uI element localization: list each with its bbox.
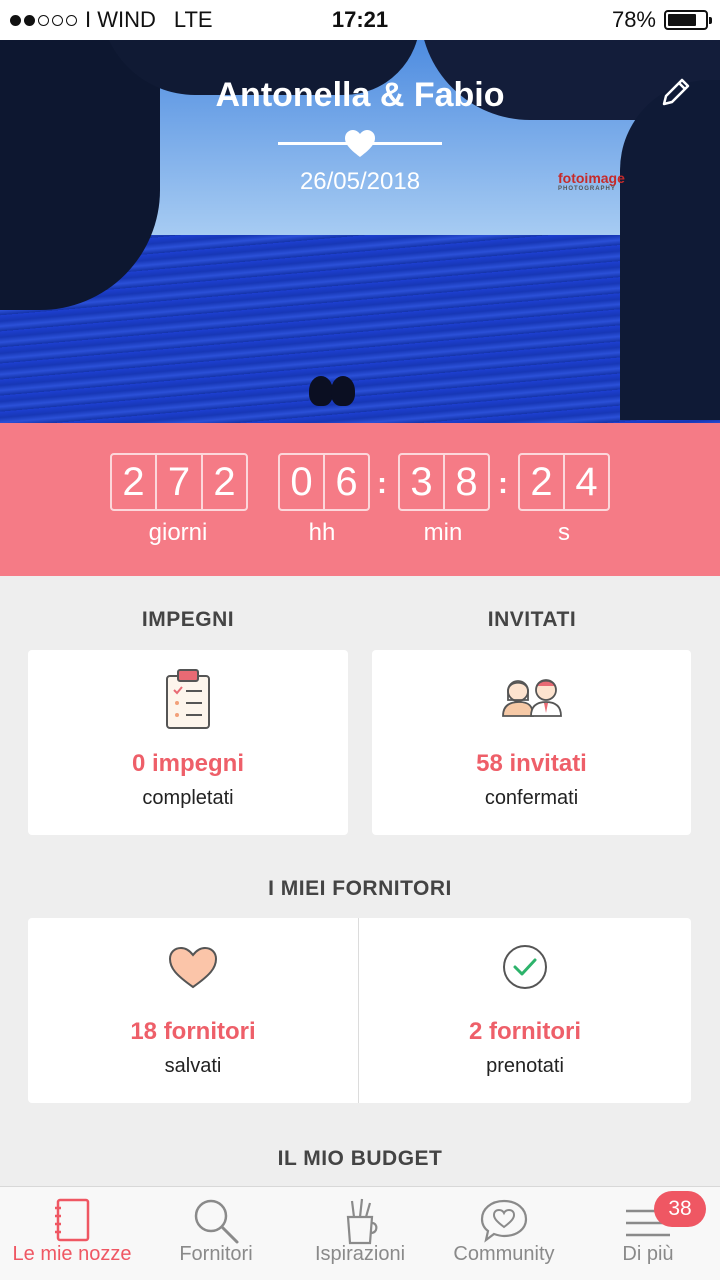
countdown-separator: : <box>498 467 508 500</box>
countdown-digit: 7 <box>156 453 202 511</box>
section-title-invitati: INVITATI <box>487 608 577 631</box>
tab-community[interactable]: Community <box>432 1187 576 1280</box>
guests-label: confermati <box>484 787 579 809</box>
booked-vendors-label: prenotati <box>486 1055 564 1077</box>
countdown-digit: 2 <box>110 453 156 511</box>
tasks-card[interactable]: 0 impegni completati <box>28 650 348 835</box>
tasks-count: 0 impegni <box>131 750 245 777</box>
clipboard-icon <box>166 669 210 729</box>
saved-vendors-label: salvati <box>164 1055 222 1077</box>
notification-badge: 38 <box>654 1191 706 1227</box>
couple-name: Antonella & Fabio <box>215 76 505 114</box>
countdown-digit: 4 <box>564 453 610 511</box>
guests-card[interactable]: 58 invitati confermati <box>372 650 691 835</box>
photographer-logo: fotoimage PHOTOGRAPHY <box>558 170 625 192</box>
countdown-minutes: 3 8 <box>398 453 490 511</box>
notebook-icon <box>55 1198 90 1242</box>
countdown-label-seconds: s <box>558 519 570 546</box>
check-circle-icon <box>503 945 547 989</box>
hero-cover-photo[interactable]: Antonella & Fabio 26/05/2018 fotoimage PH… <box>0 40 720 423</box>
swimmers-silhouette <box>305 376 361 416</box>
countdown-digit: 3 <box>398 453 444 511</box>
tab-le-mie-nozze[interactable]: Le mie nozze <box>0 1187 144 1280</box>
heart-icon <box>345 130 375 157</box>
search-icon <box>194 1199 239 1244</box>
countdown-digit: 0 <box>278 453 324 511</box>
saved-vendors-count: 18 fornitori <box>130 1018 256 1045</box>
tasks-label: completati <box>142 787 234 809</box>
countdown-digit: 2 <box>202 453 248 511</box>
tab-label: Fornitori <box>179 1243 253 1265</box>
booked-vendors-count: 2 fornitori <box>469 1018 581 1045</box>
section-title-impegni: IMPEGNI <box>141 608 235 631</box>
countdown-label-hours: hh <box>308 519 336 546</box>
tab-fornitori[interactable]: Fornitori <box>144 1187 288 1280</box>
heart-divider <box>278 130 442 157</box>
saved-vendors-card[interactable]: 18 fornitori salvati <box>28 918 359 1103</box>
countdown-label-days: giorni <box>148 519 208 546</box>
booked-vendors-card[interactable]: 2 fornitori prenotati <box>359 918 691 1103</box>
pencil-cup-icon <box>346 1198 378 1245</box>
battery-icon <box>664 10 712 30</box>
guests-icon <box>501 679 562 717</box>
tab-di-piu[interactable]: 38 Di più <box>576 1187 720 1280</box>
tab-label: Ispirazioni <box>314 1243 406 1265</box>
tab-ispirazioni[interactable]: Ispirazioni <box>288 1187 432 1280</box>
tab-label: Di più <box>622 1243 674 1265</box>
status-bar: I WIND LTE 17:21 78% <box>0 0 720 40</box>
countdown-days: 2 7 2 <box>110 453 248 511</box>
bottom-tab-bar: Le mie nozze Fornitori Ispirazioni Commu… <box>0 1186 720 1280</box>
guests-count: 58 invitati <box>476 750 587 777</box>
countdown-label-minutes: min <box>423 519 463 546</box>
wedding-countdown: 2 7 2 0 6 : 3 8 : 2 4 giorni hh min s <box>0 423 720 576</box>
tab-label: Le mie nozze <box>12 1243 132 1265</box>
heart-icon <box>168 946 218 989</box>
countdown-digit: 8 <box>444 453 490 511</box>
countdown-hours: 0 6 <box>278 453 370 511</box>
pencil-icon[interactable] <box>658 74 694 110</box>
countdown-digit: 6 <box>324 453 370 511</box>
countdown-separator: : <box>377 467 387 500</box>
countdown-digit: 2 <box>518 453 564 511</box>
chat-heart-icon <box>480 1199 528 1243</box>
section-title-vendors: I MIEI FORNITORI <box>268 877 452 900</box>
battery-percent: 78% <box>611 7 656 32</box>
section-title-budget: IL MIO BUDGET <box>277 1147 443 1170</box>
countdown-seconds: 2 4 <box>518 453 610 511</box>
tab-label: Community <box>453 1243 555 1265</box>
